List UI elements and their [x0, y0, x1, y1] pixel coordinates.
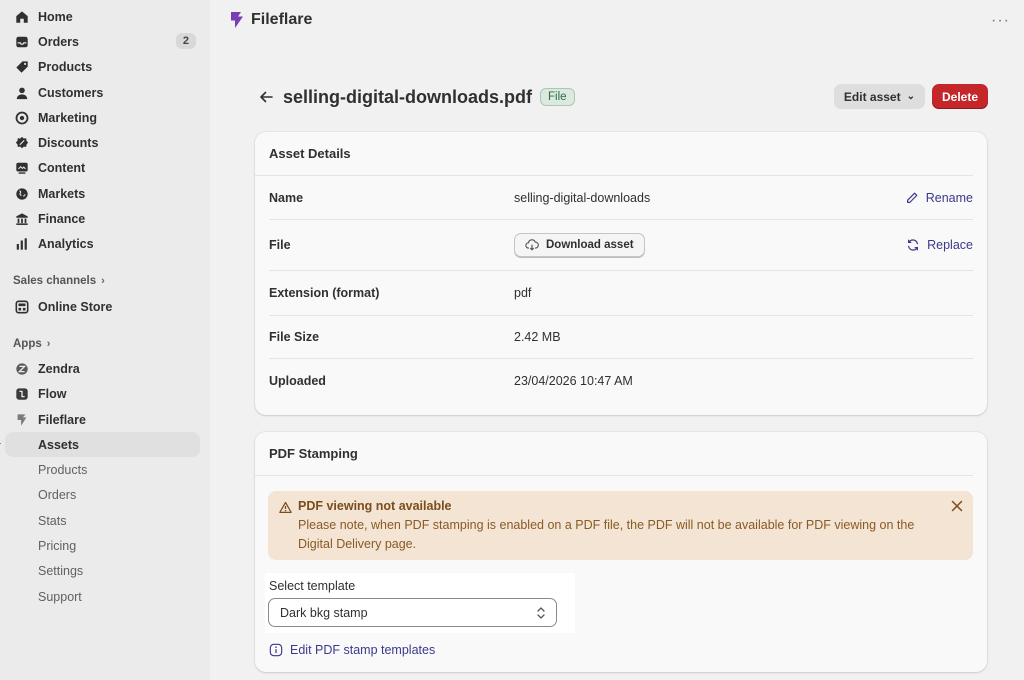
discount-icon: [14, 135, 30, 151]
warning-triangle-icon: [279, 501, 292, 513]
sidebar-subitem-products[interactable]: Products: [0, 457, 210, 482]
asset-details-heading: Asset Details: [255, 132, 973, 176]
sidebar-item-customers[interactable]: Customers: [0, 80, 210, 105]
detail-row-uploaded: Uploaded 23/04/2026 10:47 AM: [269, 374, 633, 388]
sidebar-subitem-support[interactable]: Support: [0, 584, 210, 609]
delete-button[interactable]: Delete: [932, 84, 988, 109]
sidebar-item-discounts[interactable]: Discounts: [0, 130, 210, 155]
store-icon: [14, 299, 30, 315]
sidebar-item-markets[interactable]: Markets: [0, 181, 210, 206]
fileflare-logo-icon: [231, 12, 243, 28]
content-icon: [14, 160, 30, 176]
person-icon: [14, 85, 30, 101]
cloud-download-icon: [525, 239, 539, 251]
sidebar-item-analytics[interactable]: Analytics: [0, 232, 210, 257]
target-icon: [14, 110, 30, 126]
zendra-icon: [14, 361, 30, 377]
detail-row-name: Name selling-digital-downloads Rename: [269, 176, 973, 220]
sidebar-item-fileflare[interactable]: Fileflare: [0, 407, 210, 432]
sidebar-subitem-assets[interactable]: Assets: [0, 432, 200, 458]
download-asset-button[interactable]: Download asset: [514, 233, 645, 257]
template-select[interactable]: Dark bkg stamp: [268, 598, 557, 627]
chevron-down-icon: ⌄: [906, 91, 915, 102]
refresh-icon: [908, 239, 919, 251]
bank-icon: [14, 211, 30, 227]
pdf-stamping-heading: PDF Stamping: [255, 432, 973, 476]
sidebar-subitem-stats[interactable]: Stats: [0, 508, 210, 533]
file-size-value: 2.42 MB: [514, 330, 561, 344]
select-template-label: Select template: [269, 579, 356, 593]
edit-pdf-stamp-templates-link[interactable]: Edit PDF stamp templates: [269, 643, 435, 657]
rename-link[interactable]: Rename: [905, 191, 973, 205]
app-title: Fileflare: [251, 11, 313, 28]
globe-icon: [14, 186, 30, 202]
chevron-right-icon: ›: [101, 275, 105, 288]
tag-icon: [14, 59, 30, 75]
back-arrow-icon[interactable]: [258, 89, 274, 105]
sales-channels-label[interactable]: Sales channels ›: [0, 269, 210, 294]
asset-details-card: Asset Details Name selling-digital-downl…: [255, 132, 987, 415]
asset-name-value: selling-digital-downloads: [514, 190, 651, 205]
orders-count-badge: 2: [175, 33, 196, 50]
detail-row-file: File Download asset Replace: [269, 220, 973, 271]
pdf-stamping-card: PDF Stamping PDF viewing not available P…: [255, 432, 987, 672]
sidebar-subitem-pricing[interactable]: Pricing: [0, 533, 210, 558]
close-icon[interactable]: [951, 500, 963, 512]
sidebar-item-zendra[interactable]: Zendra: [0, 356, 210, 381]
select-updown-icon: [537, 607, 545, 619]
inbox-icon: [14, 34, 30, 50]
detail-row-extension: Extension (format) pdf: [269, 271, 973, 316]
sidebar-item-flow[interactable]: Flow: [0, 382, 210, 407]
sidebar-item-finance[interactable]: Finance: [0, 206, 210, 231]
chevron-right-icon: ›: [46, 337, 51, 350]
fileflare-icon: [14, 412, 30, 428]
sidebar-item-products[interactable]: Products: [0, 55, 210, 80]
sidebar-item-home[interactable]: Home: [0, 4, 210, 29]
home-icon: [14, 9, 30, 25]
tree-connector: [0, 420, 1, 445]
warning-text: Please note, when PDF stamping is enable…: [298, 518, 915, 551]
edit-asset-button[interactable]: Edit asset ⌄: [833, 84, 925, 109]
detail-row-file-size: File Size 2.42 MB: [269, 316, 973, 359]
more-options-icon[interactable]: ···: [991, 12, 1010, 30]
file-type-badge: File: [540, 88, 575, 106]
pdf-viewing-warning-banner: PDF viewing not available Please note, w…: [268, 491, 973, 560]
page-header: selling-digital-downloads.pdf File Edit …: [258, 84, 988, 110]
replace-link[interactable]: Replace: [906, 238, 973, 252]
warning-title: PDF viewing not available: [298, 499, 452, 513]
sidebar: Home Orders 2 Products Customers Marketi…: [0, 0, 210, 680]
sidebar-subitem-orders[interactable]: Orders: [0, 483, 210, 508]
info-icon: [269, 643, 283, 657]
select-template-group: Select template Dark bkg stamp: [265, 573, 575, 633]
bar-chart-icon: [14, 236, 30, 252]
page-title: selling-digital-downloads.pdf: [283, 86, 532, 107]
flow-icon: [14, 386, 30, 402]
pencil-icon: [906, 192, 918, 203]
sidebar-item-orders[interactable]: Orders 2: [0, 29, 210, 54]
sidebar-subitem-settings[interactable]: Settings: [0, 559, 210, 584]
sidebar-item-marketing[interactable]: Marketing: [0, 105, 210, 130]
sidebar-item-content[interactable]: Content: [0, 156, 210, 181]
uploaded-value: 23/04/2026 10:47 AM: [514, 374, 633, 388]
extension-value: pdf: [514, 286, 532, 300]
sidebar-item-online-store[interactable]: Online Store: [0, 294, 210, 319]
apps-label[interactable]: Apps ›: [0, 331, 210, 356]
app-topbar: Fileflare ···: [210, 0, 1024, 40]
